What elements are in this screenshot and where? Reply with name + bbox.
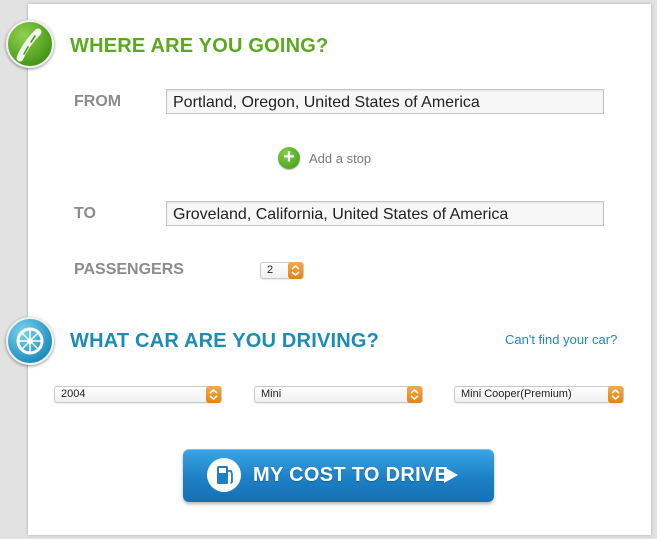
year-value: 2004 [61, 388, 86, 400]
road-icon [6, 20, 54, 68]
chevron-updown-icon [608, 386, 623, 403]
from-input[interactable] [166, 89, 604, 114]
from-label: FROM [74, 93, 122, 110]
chevron-updown-icon [206, 386, 221, 403]
year-select[interactable]: 2004 [54, 386, 222, 403]
make-select[interactable]: Mini [254, 386, 423, 403]
to-label: TO [74, 205, 96, 222]
trip-section-title: WHERE ARE YOU GOING? [70, 35, 329, 57]
passengers-label: PASSENGERS [74, 261, 184, 278]
chevron-updown-icon [407, 386, 422, 403]
gas-pump-icon [207, 458, 241, 492]
add-stop-label: Add a stop [309, 150, 372, 166]
cant-find-car-link[interactable]: Can't find your car? [505, 332, 617, 347]
wheel-icon [6, 317, 54, 365]
make-value: Mini [261, 388, 282, 400]
play-arrow-icon [444, 467, 458, 483]
cta-label: MY COST TO DRIVE [253, 464, 449, 486]
car-section-title: WHAT CAR ARE YOU DRIVING? [70, 330, 380, 352]
add-stop-button[interactable]: + Add a stop [278, 146, 371, 170]
plus-icon: + [278, 147, 300, 169]
model-select[interactable]: Mini Cooper(Premium) [454, 386, 624, 403]
to-input[interactable] [166, 201, 604, 226]
passengers-value: 2 [267, 264, 274, 276]
model-value: Mini Cooper(Premium) [461, 388, 572, 400]
my-cost-to-drive-button[interactable]: MY COST TO DRIVE [183, 449, 494, 502]
chevron-updown-icon [288, 262, 303, 279]
passengers-select[interactable]: 2 [260, 262, 304, 279]
